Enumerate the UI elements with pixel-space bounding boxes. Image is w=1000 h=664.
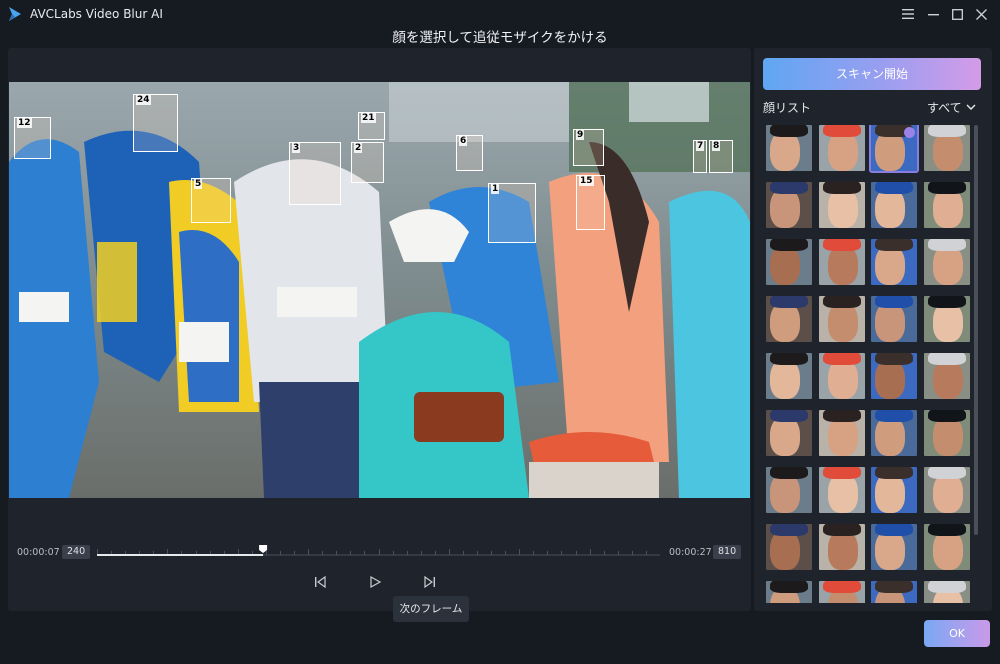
face-thumbnail[interactable] [818,239,865,285]
face-thumbnail[interactable] [766,524,812,570]
face-marker[interactable]: 15 [576,175,605,230]
next-frame-tooltip: 次のフレーム [393,596,469,622]
face-thumbnail[interactable] [869,125,919,173]
face-thumbnail[interactable] [923,467,970,513]
face-thumbnail[interactable] [766,125,812,171]
face-thumbnail[interactable] [871,239,917,285]
face-marker[interactable]: 5 [191,178,231,223]
face-marker[interactable]: 3 [289,142,341,205]
timeline-slider[interactable] [97,543,660,559]
selected-check-icon [904,127,915,138]
face-thumbnail[interactable] [818,182,865,228]
face-thumbnail[interactable] [923,296,970,342]
play-button[interactable] [366,573,384,591]
page-title: 顔を選択して追従モザイクをかける [392,30,608,46]
face-thumbnail[interactable] [766,296,812,342]
face-thumbnail[interactable] [923,182,970,228]
current-frame-badge: 240 [62,545,91,559]
face-marker[interactable]: 2 [351,142,384,183]
face-marker[interactable]: 6 [456,135,483,171]
skip-back-icon [315,576,326,588]
face-thumbnail[interactable] [923,410,970,456]
face-marker[interactable]: 21 [358,112,385,140]
face-thumbnail[interactable] [766,410,812,456]
menu-icon[interactable] [898,4,918,24]
face-thumbnail[interactable] [923,581,970,603]
face-thumbnail[interactable] [818,296,865,342]
minimize-icon[interactable] [923,4,943,24]
face-thumbnail[interactable] [923,125,970,171]
face-filter-dropdown[interactable]: すべて [927,99,976,116]
video-preview[interactable]: 12 24 21 3 2 6 9 7 8 5 1 15 [9,82,750,498]
app-logo-icon [9,7,21,21]
face-thumbnail[interactable] [818,125,865,171]
face-marker[interactable]: 1 [488,183,536,243]
face-list-scrollbar[interactable] [974,125,978,535]
face-thumbnail[interactable] [923,524,970,570]
face-thumbnail[interactable] [766,467,812,513]
face-thumbnail[interactable] [818,524,865,570]
face-thumbnail[interactable] [818,410,865,456]
face-marker[interactable]: 9 [573,129,604,166]
next-frame-button[interactable] [421,573,439,591]
face-marker[interactable]: 24 [133,94,178,152]
face-thumbnail[interactable] [818,467,865,513]
timeline-playhead [259,545,268,553]
face-thumbnail[interactable] [766,239,812,285]
face-marker[interactable]: 12 [14,117,51,159]
face-list-title: 顔リスト [763,101,812,115]
face-thumbnail[interactable] [818,581,865,603]
face-thumbnail[interactable] [871,467,917,513]
face-marker[interactable]: 7 [693,140,707,173]
face-thumbnail[interactable] [871,524,917,570]
face-thumbnail[interactable] [871,296,917,342]
face-thumbnail-grid [766,125,972,603]
skip-forward-icon [424,576,435,588]
face-marker[interactable]: 8 [709,140,733,173]
title-bar: AVCLabs Video Blur AI [0,0,1000,28]
face-thumbnail[interactable] [818,353,865,399]
previous-frame-button[interactable] [311,573,329,591]
timeline-track [97,545,660,556]
maximize-icon[interactable] [947,4,967,24]
close-icon[interactable] [971,4,991,24]
face-thumbnail[interactable] [871,581,917,603]
current-time: 00:00:07 [17,547,60,558]
end-time: 00:00:27 [669,547,712,558]
start-scan-button[interactable]: スキャン開始 [763,58,981,90]
face-thumbnail[interactable] [923,353,970,399]
face-thumbnail[interactable] [923,239,970,285]
face-thumbnail[interactable] [871,410,917,456]
face-thumbnail[interactable] [871,182,917,228]
face-thumbnail[interactable] [766,182,812,228]
face-thumbnail[interactable] [766,581,812,603]
face-thumbnail[interactable] [871,353,917,399]
ok-button[interactable]: OK [924,620,990,647]
chevron-down-icon [966,104,976,110]
app-title: AVCLabs Video Blur AI [30,7,163,21]
end-frame-badge: 810 [713,545,742,559]
filter-label: すべて [927,101,962,115]
face-thumbnail[interactable] [766,353,812,399]
play-icon [370,576,381,588]
